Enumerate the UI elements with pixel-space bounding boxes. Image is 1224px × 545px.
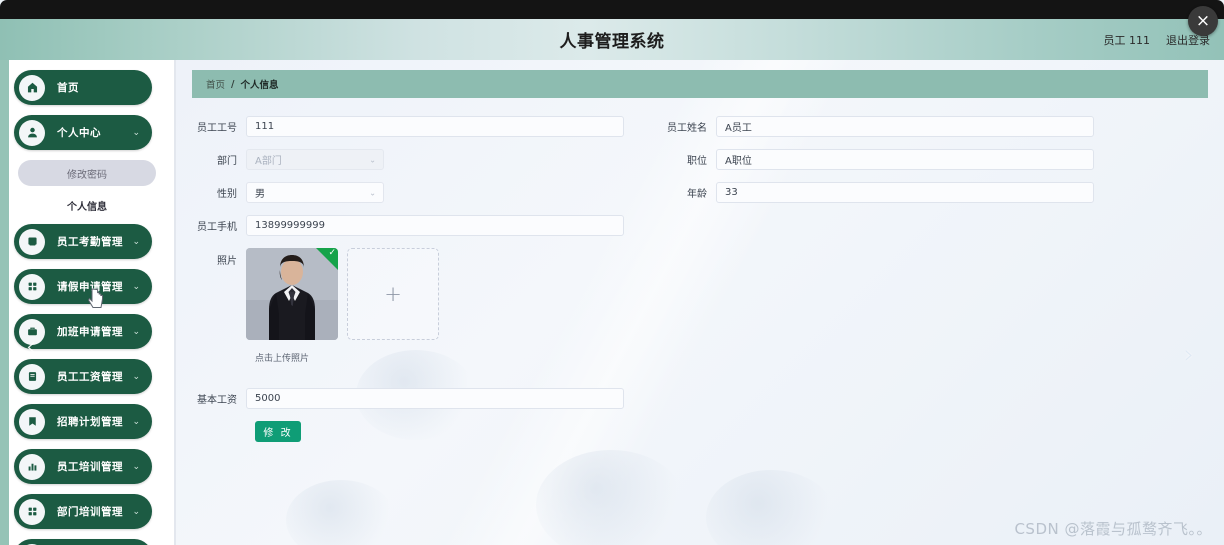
- submit-button[interactable]: 修 改: [255, 421, 301, 442]
- sidebar-item-label: 请假申请管理: [57, 281, 123, 293]
- close-icon[interactable]: ×: [1188, 6, 1218, 36]
- photo-uploader-area: ✓ +: [246, 248, 439, 340]
- bg-decoration: [286, 480, 396, 545]
- chevron-down-icon[interactable]: ⌄: [132, 462, 140, 472]
- photo-thumbnail[interactable]: ✓: [246, 248, 338, 340]
- sidebar-item-label: 员工培训管理: [57, 461, 123, 473]
- chart-icon: [19, 453, 45, 480]
- chevron-down-icon[interactable]: ⌄: [132, 417, 140, 427]
- position-input[interactable]: A职位: [716, 149, 1094, 170]
- department-select[interactable]: A部门 ⌄: [246, 149, 384, 170]
- emp-no-label: 员工工号: [197, 123, 237, 134]
- department-label: 部门: [217, 156, 237, 167]
- gender-label: 性别: [217, 189, 237, 200]
- department-value: A部门: [255, 156, 282, 167]
- form-row-salary: 基本工资 5000: [180, 388, 1204, 409]
- app-header: 人事管理系统 员工 111 退出登录: [0, 19, 1224, 60]
- sidebar-collapse-icon[interactable]: ‹: [18, 330, 44, 364]
- current-user-label: 员工 111: [1103, 33, 1151, 47]
- chevron-down-icon[interactable]: ⌄: [132, 128, 140, 138]
- form-row-3: 性别 男 ⌄ 年龄 33: [180, 182, 1204, 203]
- sidebar-item-partial[interactable]: [14, 539, 152, 545]
- chevron-down-icon[interactable]: ⌄: [132, 282, 140, 292]
- sidebar-item-label: 加班申请管理: [57, 326, 123, 338]
- sidebar-subitem-change-password[interactable]: 修改密码: [18, 160, 156, 186]
- sidebar-item-attendance[interactable]: 员工考勤管理 ⌄: [14, 224, 152, 259]
- bookmark-icon: [19, 408, 45, 435]
- page-title: 人事管理系统: [559, 32, 665, 52]
- photo-label: 照片: [217, 256, 237, 267]
- form-row-2: 部门 A部门 ⌄ 职位 A职位: [180, 149, 1204, 170]
- main-content: 首页 / 个人信息 员工工号 111 员工姓名 A员工 部门 A部门 ⌄ 职位 …: [174, 60, 1224, 545]
- chevron-down-icon: ⌄: [369, 155, 376, 164]
- salary-input[interactable]: 5000: [246, 388, 624, 409]
- sidebar-item-label: 员工考勤管理: [57, 236, 123, 248]
- clipboard-icon: [19, 228, 45, 255]
- home-icon: [19, 74, 45, 101]
- breadcrumb-current: 个人信息: [240, 80, 279, 91]
- position-label: 职位: [687, 156, 707, 167]
- grid-icon: [19, 498, 45, 525]
- personal-info-form: 员工工号 111 员工姓名 A员工 部门 A部门 ⌄ 职位 A职位 性别 男 ⌄…: [176, 98, 1224, 442]
- check-icon: ✓: [328, 248, 336, 258]
- submenu-label: 个人信息: [67, 201, 107, 213]
- sidebar-item-label: 部门培训管理: [57, 506, 123, 518]
- photo-upload-hint: 点击上传照片: [255, 354, 310, 364]
- sidebar-subitem-personal-info[interactable]: 个人信息: [18, 192, 156, 218]
- sidebar-item-label: 招聘计划管理: [57, 416, 123, 428]
- phone-label: 员工手机: [197, 222, 237, 233]
- sidebar: 首页 个人中心 ⌄ 修改密码 个人信息 员工考勤管理 ⌄ 请假申请管理 ⌄ 加班…: [0, 60, 174, 545]
- breadcrumb-separator: /: [231, 78, 235, 90]
- breadcrumb: 首页 / 个人信息: [192, 70, 1208, 98]
- emp-name-label: 员工姓名: [667, 123, 707, 134]
- breadcrumb-home[interactable]: 首页: [206, 77, 225, 91]
- sidebar-menu: 首页 个人中心 ⌄ 修改密码 个人信息 员工考勤管理 ⌄ 请假申请管理 ⌄ 加班…: [0, 60, 174, 545]
- form-row-1: 员工工号 111 员工姓名 A员工: [180, 116, 1204, 137]
- photo-upload-button[interactable]: +: [347, 248, 439, 340]
- submenu-label: 修改密码: [67, 169, 107, 181]
- phone-input[interactable]: 13899999999: [246, 215, 624, 236]
- user-icon: [19, 119, 45, 146]
- form-row-photo: 照片 ✓ +: [180, 248, 1204, 340]
- chevron-down-icon: ⌄: [369, 188, 376, 197]
- sidebar-item-leave-request[interactable]: 请假申请管理 ⌄: [14, 269, 152, 304]
- sidebar-item-label: 个人中心: [57, 127, 101, 139]
- chevron-down-icon[interactable]: ⌄: [132, 237, 140, 247]
- sidebar-item-employee-training[interactable]: 员工培训管理 ⌄: [14, 449, 152, 484]
- sidebar-item-label: 首页: [57, 82, 79, 94]
- age-label: 年龄: [687, 189, 707, 200]
- sidebar-item-label: 员工工资管理: [57, 371, 123, 383]
- age-input[interactable]: 33: [716, 182, 1094, 203]
- grid-icon: [19, 273, 45, 300]
- emp-name-input[interactable]: A员工: [716, 116, 1094, 137]
- watermark: CSDN @落霞与孤鹜齐飞。。: [1014, 520, 1212, 538]
- chevron-down-icon[interactable]: ⌄: [132, 507, 140, 517]
- sidebar-item-department-training[interactable]: 部门培训管理 ⌄: [14, 494, 152, 529]
- sidebar-item-personal-center[interactable]: 个人中心 ⌄: [14, 115, 152, 150]
- bg-decoration: [536, 450, 686, 545]
- emp-no-input[interactable]: 111: [246, 116, 624, 137]
- gender-value: 男: [255, 189, 265, 200]
- sidebar-item-home[interactable]: 首页: [14, 70, 152, 105]
- chevron-down-icon[interactable]: ⌄: [132, 372, 140, 382]
- chevron-down-icon[interactable]: ⌄: [132, 327, 140, 337]
- bg-decoration: [706, 470, 836, 545]
- form-row-4: 员工手机 13899999999: [180, 215, 1204, 236]
- app-body: 首页 个人中心 ⌄ 修改密码 个人信息 员工考勤管理 ⌄ 请假申请管理 ⌄ 加班…: [0, 60, 1224, 545]
- sidebar-item-salary[interactable]: 员工工资管理 ⌄: [14, 359, 152, 394]
- sidebar-item-recruit-plan[interactable]: 招聘计划管理 ⌄: [14, 404, 152, 439]
- gender-select[interactable]: 男 ⌄: [246, 182, 384, 203]
- app-window: 人事管理系统 员工 111 退出登录 × 首页 个人中心 ⌄ 修改密码 个人信息…: [0, 0, 1224, 545]
- document-icon: [19, 363, 45, 390]
- panel-expand-icon[interactable]: ›: [1176, 338, 1202, 372]
- salary-label: 基本工资: [197, 395, 237, 406]
- browser-top-strip: [0, 0, 1224, 19]
